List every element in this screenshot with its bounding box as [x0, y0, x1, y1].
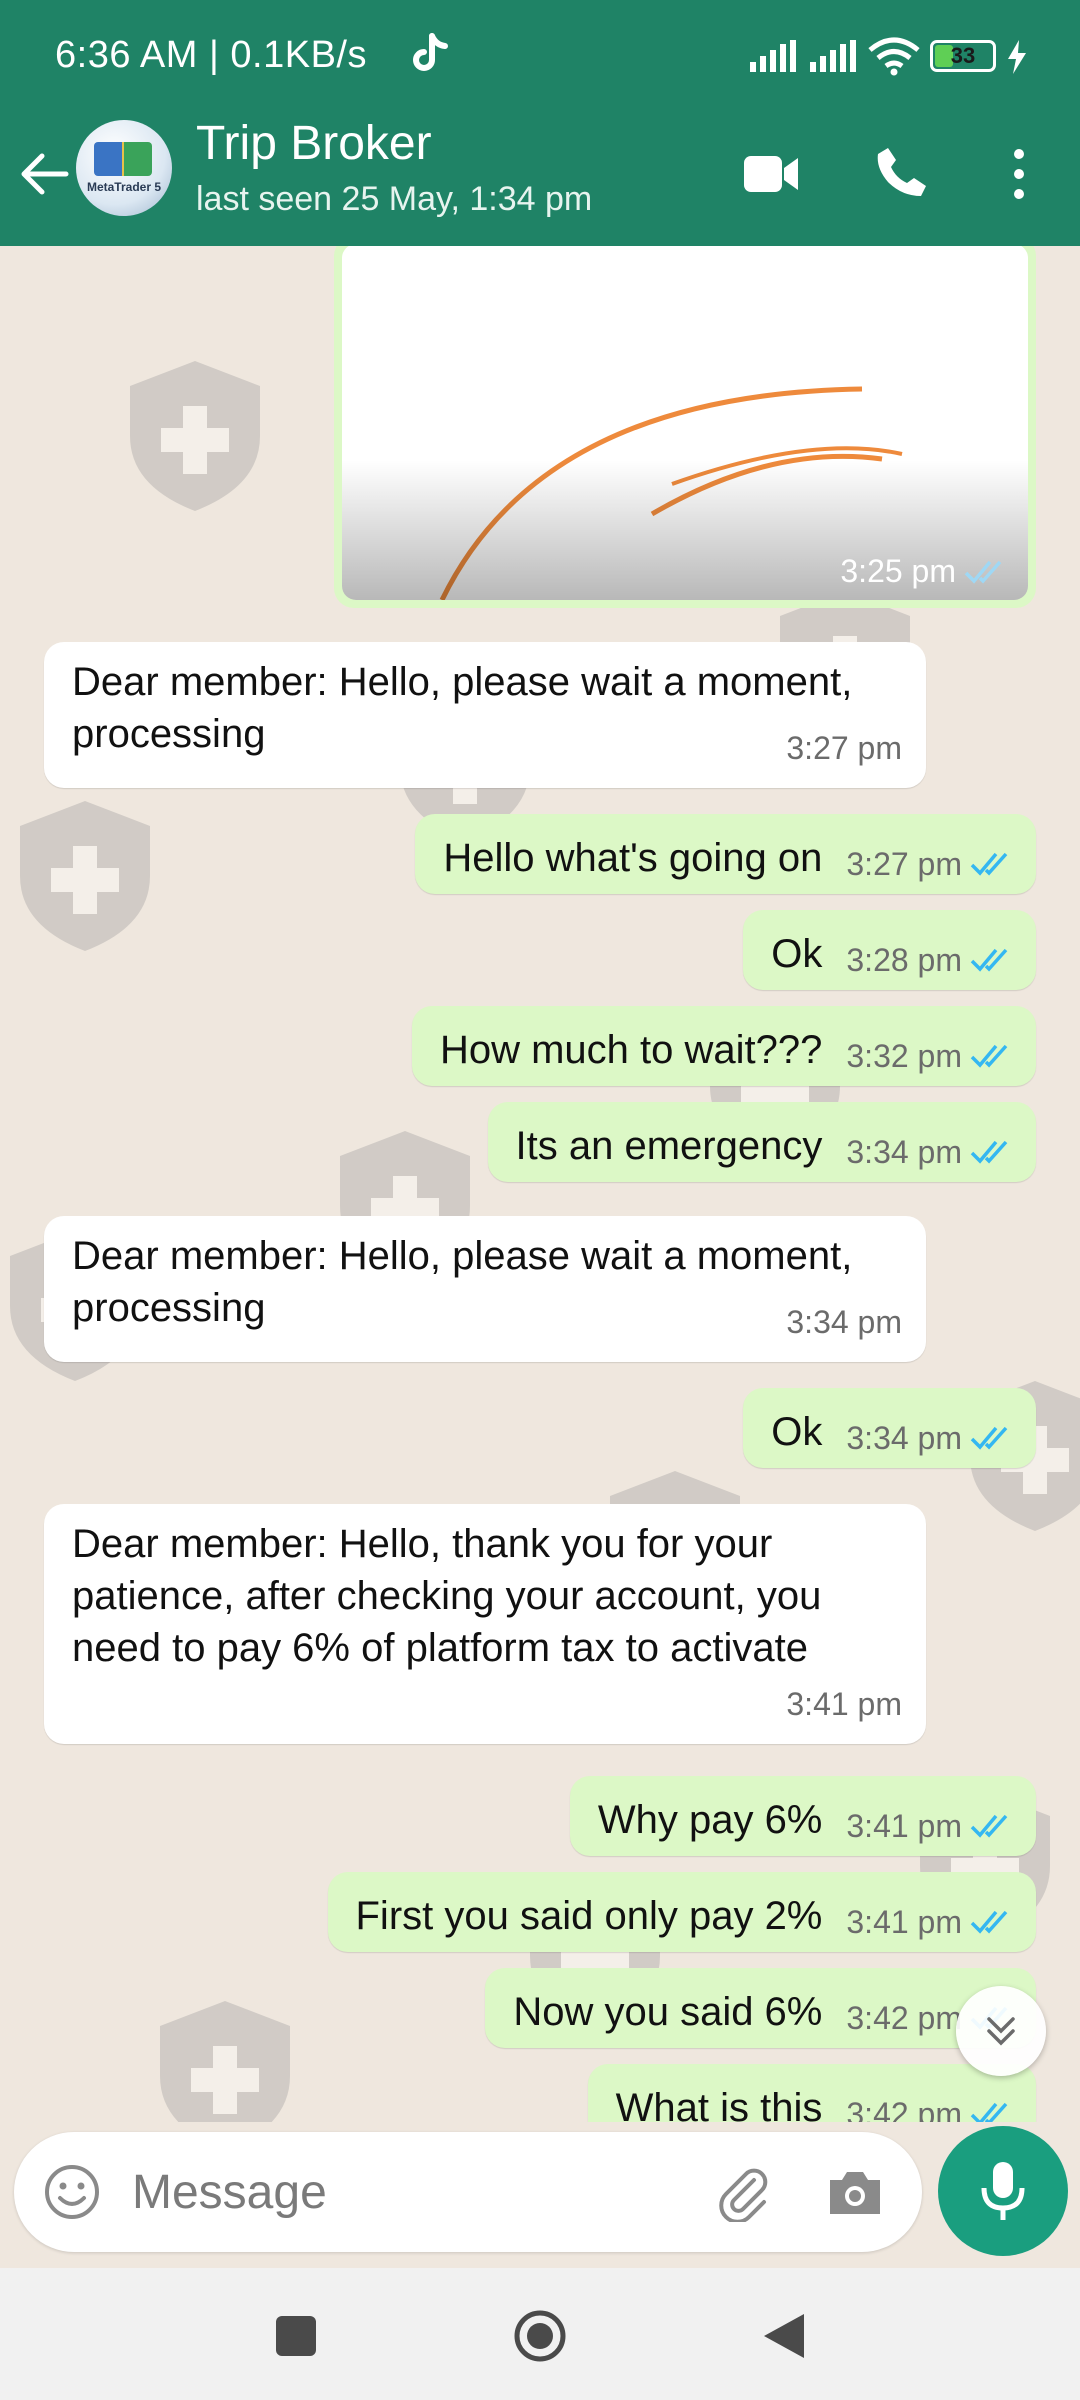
- message-meta: 3:28 pm: [846, 934, 1014, 986]
- message-meta: 3:25 pm: [840, 553, 1008, 590]
- system-nav-bar: [0, 2268, 1080, 2400]
- outgoing-message[interactable]: Why pay 6% 3:41 pm: [569, 1776, 1036, 1856]
- message-meta: 3:34 pm: [846, 1126, 1014, 1178]
- message-time: 3:25 pm: [840, 553, 956, 589]
- message-time: 3:42 pm: [846, 2000, 962, 2036]
- status-bar: 6:36 AM | 0.1KB/s 33: [0, 0, 1080, 110]
- message-text: Dear member: Hello, thank you for your p…: [72, 1522, 822, 1670]
- message-text: Ok: [771, 1410, 823, 1454]
- outgoing-message[interactable]: Hello what's going on 3:27 pm: [415, 814, 1036, 894]
- watermark-shield-icon: [20, 801, 150, 951]
- message-time: 3:27 pm: [786, 730, 902, 766]
- message-time: 3:41 pm: [786, 1686, 902, 1722]
- message-text: Dear member: Hello, please wait a moment…: [72, 660, 853, 756]
- message-time: 3:32 pm: [846, 1038, 962, 1074]
- message-time: 3:28 pm: [846, 942, 962, 978]
- message-time: 3:27 pm: [846, 846, 962, 882]
- avatar-text: MetaTrader 5: [86, 180, 162, 194]
- double-tick-icon: [970, 1426, 1008, 1450]
- double-tick-icon: [970, 1044, 1008, 1068]
- message-meta: 3:32 pm: [846, 1030, 1014, 1082]
- nav-square-icon[interactable]: [268, 2308, 324, 2364]
- chat-header[interactable]: MetaTrader 5 Trip Broker last seen 25 Ma…: [0, 110, 1080, 246]
- double-tick-icon: [970, 1140, 1008, 1164]
- message-text: Hello what's going on: [443, 836, 823, 880]
- emoji-icon[interactable]: [42, 2162, 102, 2222]
- mic-icon: [981, 2162, 1025, 2220]
- message-time: 3:41 pm: [846, 1904, 962, 1940]
- message-time: 3:34 pm: [846, 1420, 962, 1456]
- shared-image[interactable]: 3:25 pm: [342, 246, 1028, 600]
- outgoing-message[interactable]: Its an emergency 3:34 pm: [487, 1102, 1036, 1182]
- message-text: Dear member: Hello, please wait a moment…: [72, 1234, 853, 1330]
- message-meta: 3:27 pm: [846, 838, 1014, 890]
- charging-icon: [1008, 40, 1026, 74]
- battery-icon: 33: [930, 40, 996, 72]
- message-time: 3:42 pm: [846, 2096, 962, 2122]
- signal-icon-2: [810, 40, 856, 72]
- top-bar: 6:36 AM | 0.1KB/s 33 MetaTrader 5 Trip B…: [0, 0, 1080, 246]
- outgoing-message[interactable]: Ok 3:34 pm: [743, 1388, 1036, 1468]
- attach-icon[interactable]: [714, 2162, 774, 2222]
- wifi-icon: [868, 37, 920, 76]
- mic-button[interactable]: [938, 2126, 1068, 2256]
- message-text: How much to wait???: [439, 1028, 823, 1072]
- message-meta: 3:41 pm: [786, 1678, 902, 1730]
- back-arrow-icon[interactable]: [16, 146, 72, 202]
- outgoing-message[interactable]: What is this 3:42 pm: [587, 2064, 1036, 2122]
- double-tick-icon: [970, 1910, 1008, 1934]
- last-seen: last seen 25 May, 1:34 pm: [196, 180, 593, 218]
- message-meta: 3:42 pm: [846, 2088, 1014, 2122]
- watermark-shield-icon: [130, 361, 260, 511]
- message-text: Ok: [771, 932, 823, 976]
- message-text: First you said only pay 2%: [355, 1894, 823, 1938]
- avatar[interactable]: MetaTrader 5: [76, 120, 172, 216]
- signal-icon: [750, 40, 796, 72]
- double-tick-icon: [970, 852, 1008, 876]
- status-time: 6:36 AM | 0.1KB/s: [55, 34, 367, 76]
- double-tick-icon: [970, 948, 1008, 972]
- outgoing-message[interactable]: First you said only pay 2% 3:41 pm: [327, 1872, 1036, 1952]
- double-tick-icon: [970, 2102, 1008, 2122]
- message-composer: [14, 2132, 922, 2252]
- message-meta: 3:27 pm: [786, 722, 902, 774]
- message-time: 3:34 pm: [786, 1304, 902, 1340]
- message-input[interactable]: [132, 2132, 692, 2252]
- more-vert-icon[interactable]: [1004, 146, 1034, 202]
- chevron-double-down-icon: [987, 2017, 1015, 2046]
- incoming-message[interactable]: Dear member: Hello, please wait a moment…: [44, 642, 926, 788]
- message-meta: 3:41 pm: [846, 1800, 1014, 1852]
- contact-name[interactable]: Trip Broker: [196, 116, 432, 171]
- incoming-message[interactable]: Dear member: Hello, thank you for your p…: [44, 1504, 926, 1744]
- message-time: 3:41 pm: [846, 1808, 962, 1844]
- camera-icon[interactable]: [826, 2164, 884, 2220]
- message-text: Now you said 6%: [513, 1990, 823, 2034]
- watermark-shield-icon: [160, 2001, 290, 2122]
- message-meta: 3:34 pm: [846, 1412, 1014, 1464]
- double-tick-icon: [964, 560, 1002, 584]
- message-text: Why pay 6%: [597, 1798, 823, 1842]
- outgoing-message[interactable]: Ok 3:28 pm: [743, 910, 1036, 990]
- message-meta: 3:34 pm: [786, 1296, 902, 1348]
- message-text: What is this: [615, 2086, 823, 2122]
- nav-home-icon[interactable]: [512, 2308, 568, 2364]
- double-tick-icon: [970, 1814, 1008, 1838]
- avatar-logo: [94, 142, 152, 176]
- outgoing-message[interactable]: How much to wait??? 3:32 pm: [411, 1006, 1036, 1086]
- incoming-message[interactable]: Dear member: Hello, please wait a moment…: [44, 1216, 926, 1362]
- chat-area[interactable]: 3:25 pm Dear member: Hello, please wait …: [0, 246, 1080, 2122]
- message-time: 3:34 pm: [846, 1134, 962, 1170]
- battery-level: 33: [950, 43, 976, 68]
- image-message[interactable]: 3:25 pm: [334, 246, 1036, 608]
- scroll-to-bottom-button[interactable]: [956, 1986, 1046, 2076]
- message-text: Its an emergency: [515, 1124, 823, 1168]
- nav-back-icon[interactable]: [756, 2308, 812, 2364]
- message-meta: 3:41 pm: [846, 1896, 1014, 1948]
- video-call-icon[interactable]: [742, 152, 800, 196]
- phone-icon[interactable]: [876, 146, 928, 198]
- outgoing-message[interactable]: Now you said 6% 3:42 pm: [485, 1968, 1036, 2048]
- tiktok-icon: [413, 33, 448, 71]
